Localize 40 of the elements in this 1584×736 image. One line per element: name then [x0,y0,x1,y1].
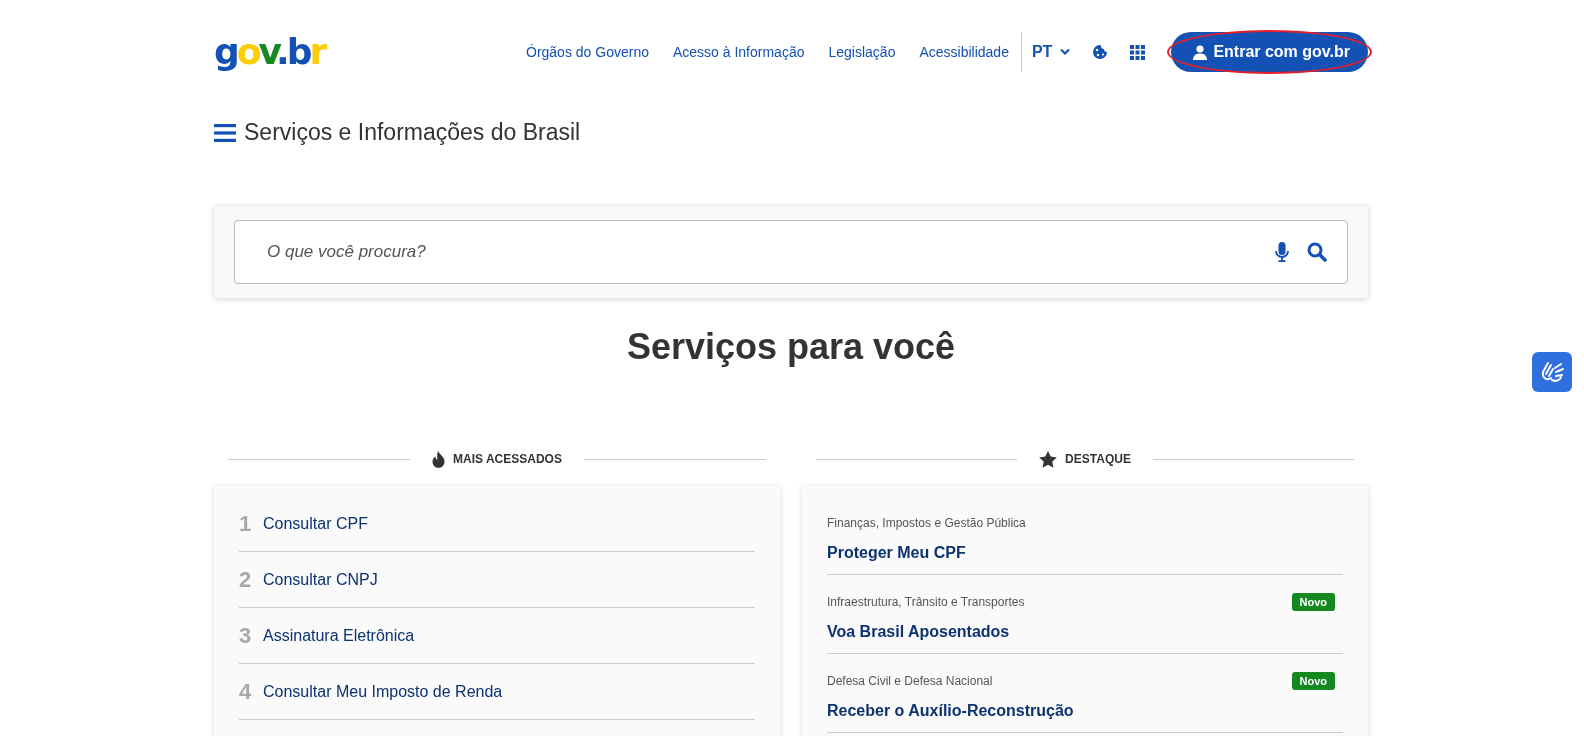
service-link[interactable]: Proteger Meu CPF [827,544,1343,562]
microphone-icon[interactable] [1275,242,1289,262]
nav-link[interactable]: Legislação [828,44,896,60]
rank-number: 4 [239,678,251,705]
search-field[interactable]: O que você procura? [265,241,1257,263]
category-label: Defesa Civil e Defesa Nacional [827,674,993,688]
search-bar[interactable]: O que você procura? [234,220,1348,284]
new-tag: Novo [1291,672,1335,690]
chevron-down-icon [1060,48,1071,56]
site-logo[interactable]: gov.br [214,34,325,70]
language-selector[interactable]: PT [1031,43,1071,61]
page-title: Serviços para você [625,326,957,368]
category-label: Infraestrutura, Trânsito e Transportes [827,595,1025,609]
nav-link[interactable]: Acessibilidade [919,44,1009,60]
section-heading: MAIS ACESSADOS [453,452,562,466]
rank-number: 3 [239,622,251,649]
sign-language-button[interactable] [1532,352,1572,392]
service-link[interactable]: Receber o Auxílio-Reconstrução [827,702,1343,720]
new-tag: Novo [1291,593,1335,611]
category-label: Finanças, Impostos e Gestão Pública [827,516,1026,530]
rank-number: 1 [239,510,251,537]
flame-icon [432,450,446,468]
service-link[interactable]: Consultar CNPJ [263,570,378,589]
star-icon [1039,450,1058,468]
hands-icon [1539,360,1565,384]
section-heading: DESTAQUE [1065,452,1131,466]
site-title: Serviços e Informações do Brasil [244,119,581,146]
grid-icon[interactable] [1130,44,1146,60]
rank-number: 2 [239,566,251,593]
search-icon[interactable] [1307,242,1327,262]
menu-icon[interactable] [214,123,236,142]
service-link[interactable]: Consultar Meu Imposto de Renda [263,682,503,701]
nav-link[interactable]: Acesso à Informação [672,44,805,60]
nav-link[interactable]: Órgãos do Governo [526,44,649,60]
login-button[interactable]: Entrar com gov.br [1171,32,1368,72]
cookie-icon[interactable] [1092,44,1109,60]
user-icon [1193,44,1208,60]
service-link[interactable]: Voa Brasil Aposentados [827,623,1343,641]
service-link[interactable]: Assinatura Eletrônica [263,626,415,645]
service-link[interactable]: Consultar CPF [263,514,368,533]
